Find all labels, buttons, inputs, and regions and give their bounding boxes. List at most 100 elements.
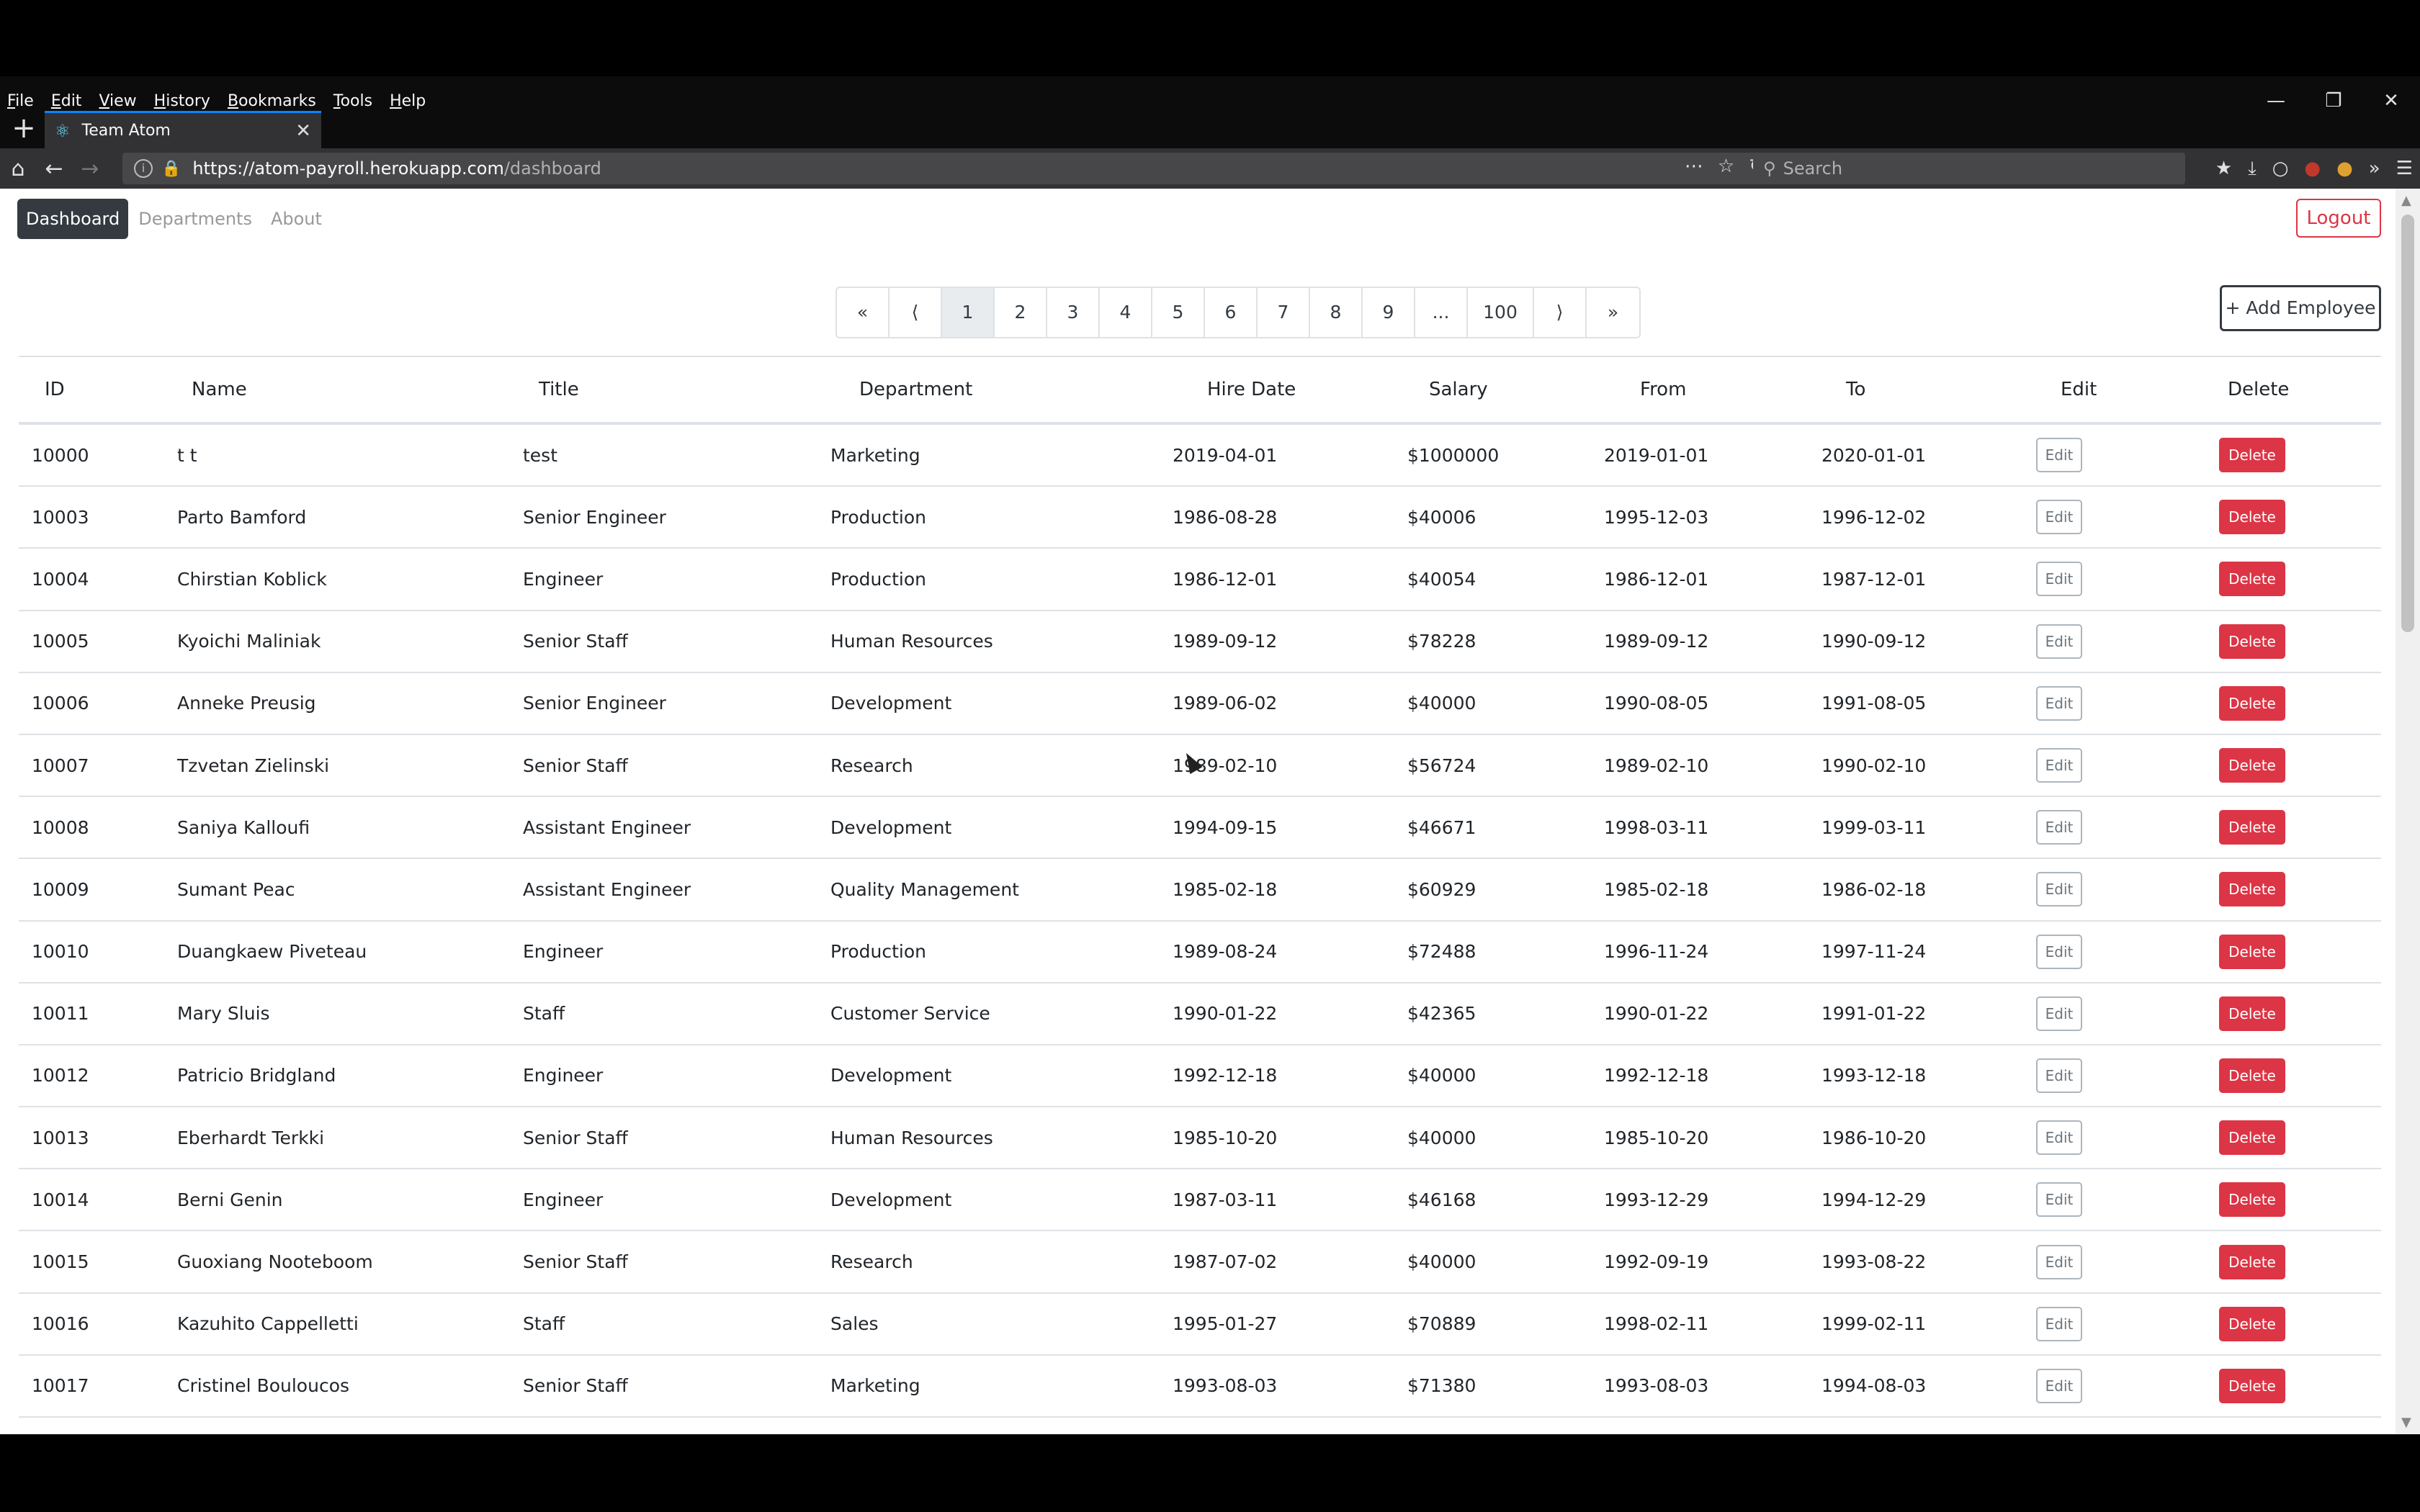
close-window-icon[interactable]: ✕ <box>2362 90 2420 112</box>
library-icon[interactable]: ★ <box>2215 158 2232 179</box>
logout-button[interactable]: Logout <box>2296 199 2381 238</box>
table-row: 10008 Saniya Kalloufi Assistant Engineer De… <box>19 797 2381 860</box>
edit-button[interactable]: Edit <box>2036 500 2082 535</box>
cell-delete: Delete <box>2199 1120 2381 1156</box>
edit-button[interactable]: Edit <box>2036 1244 2082 1279</box>
restore-icon[interactable]: ❐ <box>2305 90 2362 112</box>
edit-button[interactable]: Edit <box>2036 996 2082 1031</box>
address-bar[interactable]: i 🔒 https://atom-payroll.herokuapp.com /… <box>122 153 1776 184</box>
edit-button[interactable]: Edit <box>2036 685 2082 721</box>
search-icon: ⚲ <box>1763 158 1776 179</box>
page-9[interactable]: 9 <box>1363 288 1415 337</box>
page-prev[interactable]: ⟨ <box>889 288 942 337</box>
page-3[interactable]: 3 <box>1047 288 1100 337</box>
search-input[interactable]: ⚲ Search <box>1753 153 2185 184</box>
page-100[interactable]: 100 <box>1468 288 1534 337</box>
cell-salary: $1000000 <box>1407 444 1500 466</box>
menu-help[interactable]: Help <box>390 92 426 110</box>
edit-button[interactable]: Edit <box>2036 1120 2082 1156</box>
page-1[interactable]: 1 <box>942 288 995 337</box>
cell-delete: Delete <box>2199 996 2381 1031</box>
delete-button[interactable]: Delete <box>2219 1058 2285 1093</box>
delete-button[interactable]: Delete <box>2219 562 2285 597</box>
browser-tab-active[interactable]: ⚛ Team Atom ✕ <box>45 111 321 148</box>
page-last[interactable]: » <box>1587 288 1639 337</box>
nav-about[interactable]: About <box>262 199 331 239</box>
cell-title: Engineer <box>523 1065 604 1086</box>
scroll-down-icon[interactable]: ▼ <box>2401 1415 2411 1430</box>
delete-button[interactable]: Delete <box>2219 872 2285 907</box>
menu-file[interactable]: File <box>7 92 34 110</box>
edit-button[interactable]: Edit <box>2036 624 2082 659</box>
cell-edit: Edit <box>2030 1244 2199 1279</box>
page-5[interactable]: 5 <box>1152 288 1205 337</box>
cell-hire-date: 1994-09-15 <box>1173 816 1278 838</box>
back-icon[interactable]: ← <box>36 156 72 181</box>
menu-edit[interactable]: Edit <box>51 92 82 110</box>
delete-button[interactable]: Delete <box>2219 500 2285 535</box>
mask-extension-icon[interactable]: ○ <box>2272 158 2289 179</box>
delete-button[interactable]: Delete <box>2219 624 2285 659</box>
delete-button[interactable]: Delete <box>2219 438 2285 473</box>
page-6[interactable]: 6 <box>1205 288 1258 337</box>
page-2[interactable]: 2 <box>995 288 1047 337</box>
scroll-up-icon[interactable]: ▲ <box>2401 193 2411 208</box>
nav-departments[interactable]: Departments <box>130 199 261 239</box>
cell-to: 2020-01-01 <box>1821 444 1927 466</box>
forward-icon[interactable]: → <box>72 156 108 181</box>
page-scrollbar[interactable]: ▲ ▼ <box>2396 189 2420 1434</box>
delete-button[interactable]: Delete <box>2219 1120 2285 1156</box>
page-next[interactable]: ⟩ <box>1534 288 1587 337</box>
nav-dashboard[interactable]: Dashboard <box>17 199 129 239</box>
edit-button[interactable]: Edit <box>2036 562 2082 597</box>
edit-button[interactable]: Edit <box>2036 1368 2082 1403</box>
delete-button[interactable]: Delete <box>2219 1306 2285 1341</box>
delete-button[interactable]: Delete <box>2219 685 2285 721</box>
more-actions-icon[interactable]: ⋯ <box>1685 156 1703 177</box>
edit-button[interactable]: Edit <box>2036 1182 2082 1218</box>
delete-button[interactable]: Delete <box>2219 810 2285 845</box>
header-to: To <box>1846 379 1866 400</box>
home-icon[interactable]: ⌂ <box>0 156 36 181</box>
tab-close-icon[interactable]: ✕ <box>295 120 311 142</box>
page-first[interactable]: « <box>837 288 889 337</box>
delete-button[interactable]: Delete <box>2219 1244 2285 1279</box>
page-7[interactable]: 7 <box>1258 288 1310 337</box>
edit-button[interactable]: Edit <box>2036 1306 2082 1341</box>
download-icon[interactable]: ⤓ <box>2248 158 2257 180</box>
site-info-icon[interactable]: i <box>134 159 153 178</box>
page-ellipsis[interactable]: ... <box>1415 288 1468 337</box>
minimize-icon[interactable]: — <box>2247 90 2305 112</box>
cell-title: Senior Engineer <box>523 693 666 714</box>
hamburger-menu-icon[interactable]: ☰ <box>2396 158 2413 179</box>
new-tab-icon[interactable]: + <box>7 114 40 145</box>
bookmark-star-icon[interactable]: ☆ <box>1718 156 1734 177</box>
cell-delete: Delete <box>2199 810 2381 845</box>
delete-button[interactable]: Delete <box>2219 996 2285 1031</box>
delete-button[interactable]: Delete <box>2219 1182 2285 1218</box>
overflow-icon[interactable]: » <box>2369 158 2380 179</box>
menu-tools[interactable]: Tools <box>333 92 372 110</box>
page-8[interactable]: 8 <box>1310 288 1363 337</box>
edit-button[interactable]: Edit <box>2036 748 2082 783</box>
ublock-icon[interactable]: ● <box>2304 158 2321 179</box>
edit-button[interactable]: Edit <box>2036 810 2082 845</box>
delete-button[interactable]: Delete <box>2219 748 2285 783</box>
edit-button[interactable]: Edit <box>2036 438 2082 473</box>
add-employee-button[interactable]: + Add Employee <box>2220 285 2381 331</box>
table-row: 10013 Eberhardt Terkki Senior Staff Human R… <box>19 1107 2381 1170</box>
monkey-extension-icon[interactable]: ● <box>2336 158 2353 179</box>
cell-hire-date: 1989-02-10 <box>1173 755 1278 776</box>
table-row: 10017 Cristinel Bouloucos Senior Staff Mark… <box>19 1356 2381 1418</box>
delete-button[interactable]: Delete <box>2219 1368 2285 1403</box>
menu-view[interactable]: View <box>99 92 136 110</box>
menu-history[interactable]: History <box>154 92 210 110</box>
menu-bookmarks[interactable]: Bookmarks <box>228 92 316 110</box>
page-4[interactable]: 4 <box>1100 288 1152 337</box>
web-page: Dashboard Departments About Logout « ⟨ 1… <box>0 189 2396 1434</box>
scrollbar-thumb[interactable] <box>2401 215 2414 632</box>
edit-button[interactable]: Edit <box>2036 1058 2082 1093</box>
edit-button[interactable]: Edit <box>2036 872 2082 907</box>
edit-button[interactable]: Edit <box>2036 934 2082 969</box>
delete-button[interactable]: Delete <box>2219 934 2285 969</box>
